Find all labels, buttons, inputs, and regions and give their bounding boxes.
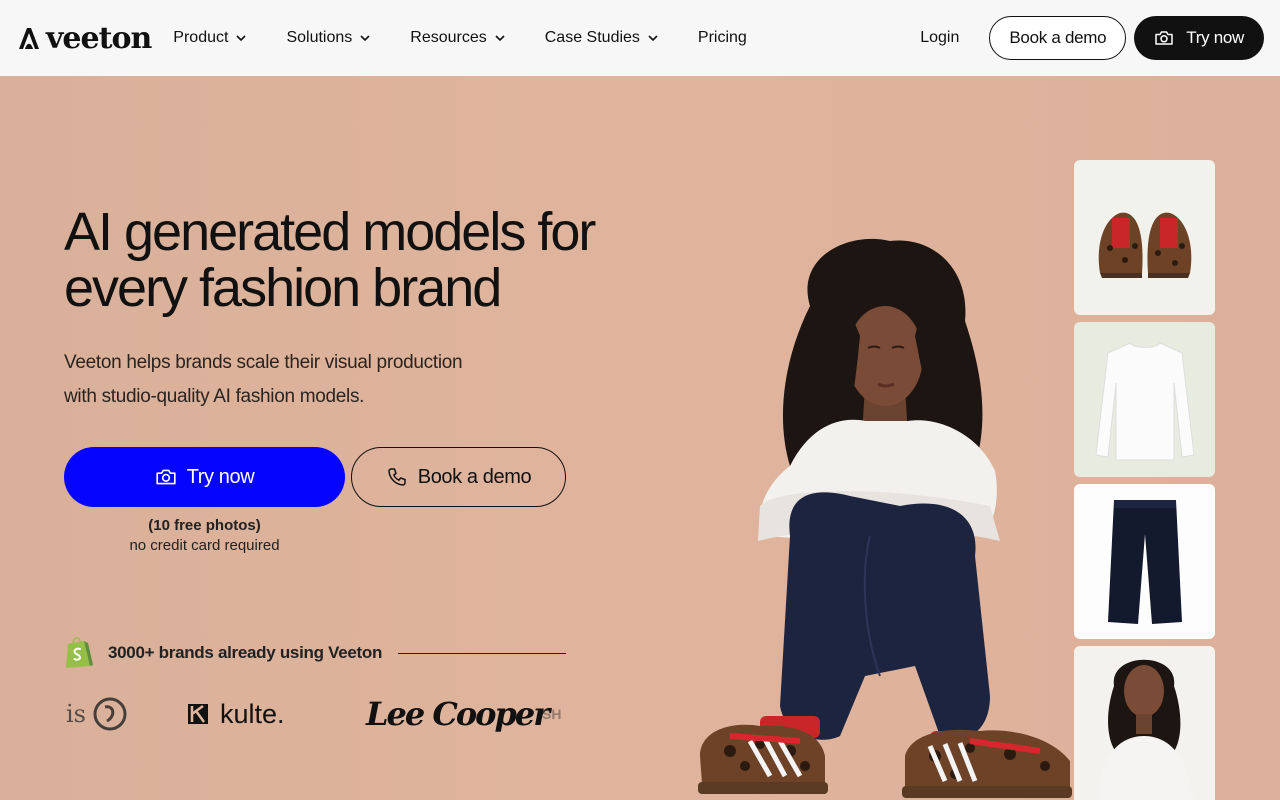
nav-solutions-label: Solutions: [286, 29, 353, 46]
logo-text: veeton: [46, 20, 152, 56]
brand-logos-carousel: is kulte. Lee Cooper SH: [64, 686, 566, 742]
camera-icon: [1155, 31, 1174, 45]
chevron-down-icon: [495, 35, 505, 42]
hero-title-line2: every fashion brand: [64, 258, 502, 318]
veeton-logo[interactable]: veeton: [16, 18, 152, 58]
product-card-sneakers[interactable]: [1074, 160, 1215, 315]
hero-model-image: [698, 238, 1072, 798]
brand-logo-sh-text: SH: [542, 706, 562, 722]
white-tee-image: [1094, 341, 1195, 460]
hero-title: AI generated models for every fashion br…: [64, 204, 684, 316]
camera-icon: [156, 469, 176, 485]
hero-subtitle: Veeton helps brands scale their visual p…: [64, 346, 524, 414]
header-book-demo-label: Book a demo: [1009, 28, 1107, 47]
nav-product[interactable]: Product: [173, 29, 248, 47]
nav-resources-label: Resources: [410, 29, 487, 46]
kulte-logo-mark-icon: [188, 704, 208, 724]
brand-logo-iso: is: [66, 686, 128, 742]
product-cards-column: [1074, 160, 1216, 800]
nav-product-label: Product: [173, 29, 229, 46]
product-card-model[interactable]: [1074, 646, 1215, 800]
brand-logo-kulte-text: kulte.: [220, 698, 285, 729]
no-credit-card-text: no credit card required: [129, 537, 280, 554]
header-try-now-button[interactable]: Try now: [1134, 16, 1264, 60]
nav-case-studies-label: Case Studies: [544, 29, 640, 46]
brand-logo-lee-cooper: Lee Cooper: [366, 686, 550, 742]
hero-section: AI generated models for every fashion br…: [0, 76, 1280, 800]
nav-pricing[interactable]: Pricing: [698, 29, 747, 47]
hero-title-line1: AI generated models for: [64, 202, 596, 262]
jeans-image: [1107, 500, 1182, 624]
iso-logo-mark-icon: [93, 697, 127, 731]
shopify-icon: [66, 637, 93, 668]
sneakers-image: [1098, 212, 1191, 278]
brands-count-text: 3000+ brands already using Veeton: [108, 643, 383, 662]
chevron-down-icon: [360, 35, 370, 42]
brand-logo-lee-cooper-text: Lee Cooper: [366, 695, 550, 733]
product-card-long-sleeve-tee[interactable]: [1074, 322, 1215, 477]
main-nav: Product Solutions Resources Case Studies…: [173, 29, 785, 47]
nav-pricing-label: Pricing: [697, 29, 747, 46]
try-now-button[interactable]: Try now: [64, 447, 345, 507]
hero-subtitle-line2: with studio-quality AI fashion models.: [64, 386, 365, 407]
brands-row: 3000+ brands already using Veeton: [64, 636, 566, 670]
brand-logo-iso-text: is: [66, 700, 86, 728]
hero-subtitle-line1: Veeton helps brands scale their visual p…: [64, 352, 463, 373]
header-try-now-label: Try now: [1186, 28, 1244, 47]
model-thumbnail-image: [1096, 659, 1194, 800]
veeton-logo-icon: [19, 28, 39, 49]
nav-case-studies[interactable]: Case Studies: [545, 29, 660, 47]
header-book-demo-button[interactable]: Book a demo: [989, 16, 1127, 60]
nav-solutions[interactable]: Solutions: [286, 29, 372, 47]
book-demo-button[interactable]: Book a demo: [351, 447, 566, 507]
free-photos-text: (10 free photos): [148, 517, 261, 534]
try-now-label: Try now: [186, 465, 255, 488]
book-demo-label: Book a demo: [417, 465, 532, 488]
chevron-down-icon: [648, 35, 658, 42]
free-photos-note: (10 free photos) no credit card required: [64, 516, 345, 556]
brand-logo-kulte: kulte.: [186, 686, 285, 742]
site-header: veeton Product Solutions Resources Case …: [0, 0, 1280, 76]
nav-resources[interactable]: Resources: [410, 29, 506, 47]
chevron-down-icon: [236, 35, 247, 42]
brand-logo-sh: SH: [542, 686, 561, 742]
login-link[interactable]: Login: [920, 29, 959, 47]
product-card-jeans[interactable]: [1074, 484, 1215, 639]
phone-icon: [388, 468, 406, 486]
header-actions: Login Book a demo Try now: [920, 16, 1264, 60]
divider-line: [398, 652, 566, 654]
